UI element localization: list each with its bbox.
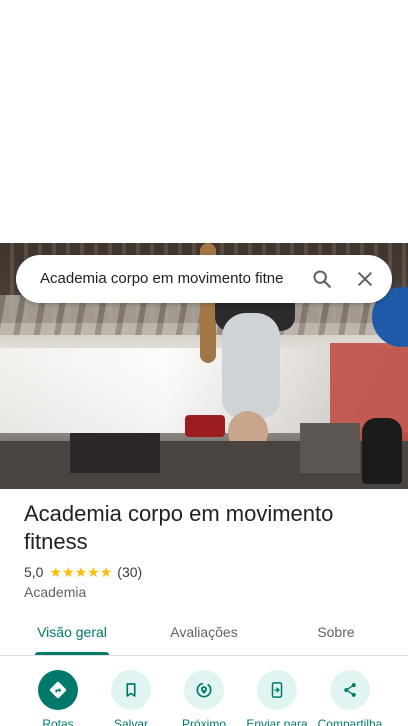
- share-button-circle: [330, 670, 370, 710]
- directions-button[interactable]: Rotas: [23, 668, 93, 726]
- search-bar[interactable]: Academia corpo em movimento fitne: [16, 255, 392, 303]
- directions-icon: [49, 681, 67, 699]
- action-bar: Rotas Salvar Próximo Enviar para Compart…: [0, 668, 408, 726]
- send-to-phone-button[interactable]: Enviar para: [242, 668, 312, 726]
- review-count[interactable]: (30): [117, 564, 142, 580]
- directions-button-circle: [38, 670, 78, 710]
- photo-equipment-rack: [300, 423, 360, 473]
- star-icon: ★: [74, 564, 88, 580]
- nearby-button-circle: [184, 670, 224, 710]
- place-category: Academia: [24, 584, 87, 600]
- send-to-phone-button-circle: [257, 670, 297, 710]
- nearby-label: Próximo: [181, 717, 226, 726]
- star-icon: ★: [49, 564, 63, 580]
- tab-about[interactable]: Sobre: [310, 624, 362, 644]
- place-tabs: Visão geral Avaliações Sobre: [0, 614, 408, 656]
- bookmark-icon: [126, 683, 136, 697]
- photo-equipment: [70, 433, 160, 473]
- rating-value: 5,0: [24, 564, 44, 580]
- share-button[interactable]: Compartilha: [315, 668, 385, 726]
- save-button[interactable]: Salvar: [96, 668, 166, 726]
- save-button-circle: [111, 670, 151, 710]
- share-icon: [344, 683, 356, 697]
- photo-standing-man: [362, 418, 402, 484]
- place-title: Academia corpo em movimento fitness: [24, 501, 334, 554]
- photo-person-body: [222, 313, 280, 418]
- rating-row[interactable]: 5,0 ★ ★ ★ ★ ★ (30): [24, 563, 142, 581]
- tab-overview[interactable]: Visão geral: [34, 624, 110, 644]
- active-tab-indicator: [35, 652, 109, 655]
- search-icon: [313, 270, 331, 288]
- search-button[interactable]: [302, 259, 342, 299]
- send-to-phone-icon: [271, 682, 283, 698]
- close-icon: [358, 272, 372, 286]
- map-area-blank: [0, 0, 408, 243]
- directions-label: Rotas: [42, 717, 74, 726]
- photo-equipment-red: [185, 415, 225, 437]
- share-label: Compartilha: [317, 717, 383, 726]
- star-icon: ★: [87, 564, 100, 580]
- send-to-phone-label: Enviar para: [246, 717, 308, 726]
- star-icon: ★: [99, 564, 113, 580]
- rating-stars: ★ ★ ★ ★ ★: [49, 565, 112, 579]
- nearby-button[interactable]: Próximo: [169, 668, 239, 726]
- save-label: Salvar: [113, 717, 148, 726]
- search-input[interactable]: Academia corpo em movimento fitne: [40, 255, 302, 303]
- star-icon: ★: [62, 564, 75, 580]
- tab-reviews[interactable]: Avaliações: [163, 624, 245, 644]
- nearby-icon: [196, 682, 212, 698]
- clear-search-button[interactable]: [345, 259, 385, 299]
